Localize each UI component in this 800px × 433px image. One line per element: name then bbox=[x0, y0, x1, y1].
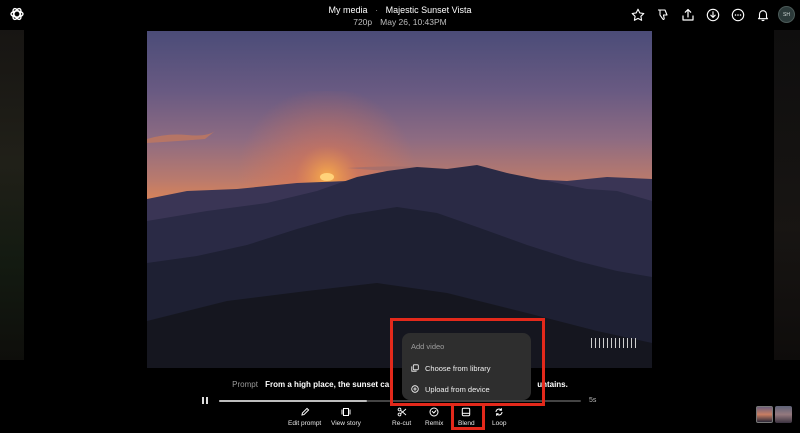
recut-button[interactable]: Re-cut bbox=[392, 407, 411, 427]
library-icon bbox=[411, 364, 419, 372]
resolution-label: 720p bbox=[353, 17, 373, 27]
blend-button[interactable]: Blend bbox=[458, 407, 475, 427]
playback-progress bbox=[219, 400, 368, 402]
next-media-preview[interactable] bbox=[774, 30, 800, 360]
duration-label: 5s bbox=[589, 397, 597, 404]
edit-prompt-button[interactable]: Edit prompt bbox=[288, 407, 321, 427]
upload-plus-icon bbox=[411, 385, 419, 393]
video-frame-sunset bbox=[147, 91, 652, 368]
prompt-text-end: untains. bbox=[537, 380, 568, 389]
blend-icon bbox=[462, 407, 471, 417]
share-icon[interactable] bbox=[680, 7, 695, 22]
popup-header: Add video bbox=[411, 342, 445, 351]
add-video-popup: Add video Choose from library Upload fro… bbox=[402, 333, 531, 400]
prev-media-preview[interactable] bbox=[0, 30, 24, 360]
remix-button[interactable]: Remix bbox=[425, 407, 443, 427]
loop-label: Loop bbox=[492, 420, 507, 427]
edit-prompt-label: Edit prompt bbox=[288, 420, 322, 427]
loop-icon bbox=[495, 408, 503, 416]
date-label: May 26, 10:43PM bbox=[380, 17, 447, 27]
scissors-icon bbox=[397, 407, 406, 417]
remix-icon bbox=[429, 407, 439, 417]
loop-button[interactable]: Loop bbox=[492, 407, 506, 427]
choose-from-library-label: Choose from library bbox=[425, 363, 491, 373]
breadcrumb-separator: · bbox=[375, 5, 379, 15]
media-thumbnails bbox=[756, 406, 792, 423]
audio-waveform bbox=[591, 338, 636, 348]
storyboard-icon bbox=[341, 408, 351, 416]
choose-from-library-item[interactable]: Choose from library bbox=[411, 361, 490, 375]
view-story-label: View story bbox=[331, 420, 361, 427]
more-icon[interactable] bbox=[730, 7, 745, 22]
avatar[interactable]: SH bbox=[778, 6, 795, 23]
recut-label: Re-cut bbox=[392, 420, 412, 427]
view-story-button[interactable]: View story bbox=[331, 407, 361, 427]
star-icon[interactable] bbox=[630, 7, 645, 22]
pencil-icon bbox=[300, 407, 309, 416]
upload-from-device-item[interactable]: Upload from device bbox=[411, 382, 490, 396]
thumbnail-next[interactable] bbox=[775, 406, 792, 423]
thumbs-down-icon[interactable] bbox=[655, 7, 670, 22]
thumbnail-current[interactable] bbox=[756, 406, 773, 423]
breadcrumb-my-media[interactable]: My media bbox=[329, 5, 368, 15]
pause-button[interactable] bbox=[202, 396, 210, 405]
remix-label: Remix bbox=[425, 420, 444, 427]
blend-label: Blend bbox=[458, 420, 475, 427]
video-player[interactable] bbox=[147, 31, 652, 368]
media-toolbar: Edit prompt View story Re-cut Remix Blen… bbox=[0, 407, 800, 429]
playback-scrubber[interactable] bbox=[219, 400, 581, 402]
prompt-line: Prompt From a high place, the sunset ca u… bbox=[0, 380, 800, 389]
top-actions bbox=[630, 7, 770, 22]
bell-icon[interactable] bbox=[755, 7, 770, 22]
prompt-text-start: From a high place, the sunset ca bbox=[265, 380, 390, 389]
download-icon[interactable] bbox=[705, 7, 720, 22]
prompt-label: Prompt bbox=[232, 380, 258, 389]
media-title: Majestic Sunset Vista bbox=[385, 5, 472, 15]
upload-from-device-label: Upload from device bbox=[425, 384, 490, 394]
